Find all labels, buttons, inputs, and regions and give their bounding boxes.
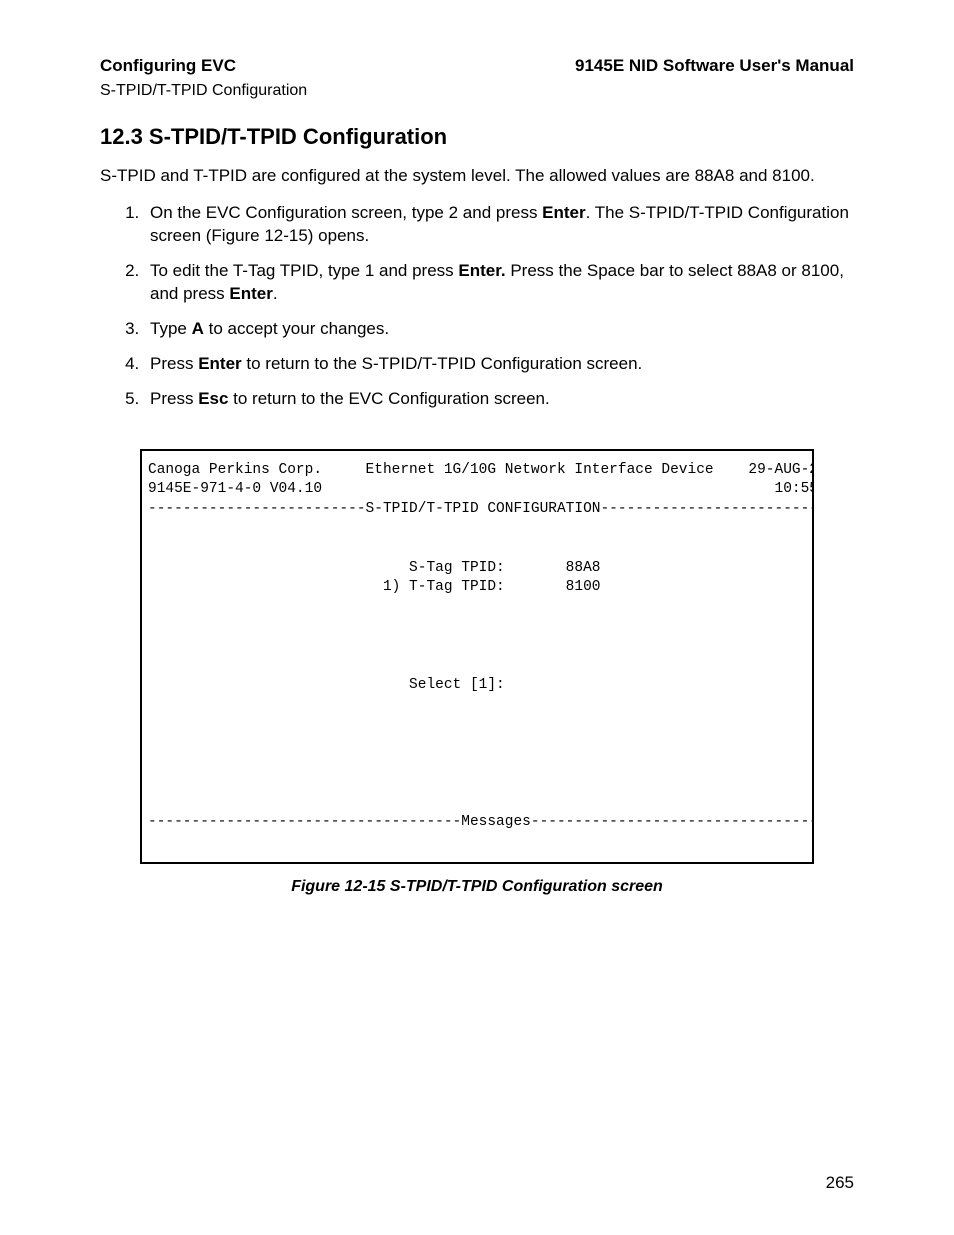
step-5: Press Esc to return to the EVC Configura… xyxy=(144,388,854,411)
figure-caption: Figure 12-15 S-TPID/T-TPID Configuration… xyxy=(100,876,854,898)
step-1: On the EVC Configuration screen, type 2 … xyxy=(144,202,854,248)
step-text: Type xyxy=(150,319,192,338)
page-header: Configuring EVC 9145E NID Software User'… xyxy=(100,55,854,78)
section-heading: 12.3 S-TPID/T-TPID Configuration xyxy=(100,122,854,152)
header-right-title: 9145E NID Software User's Manual xyxy=(575,55,854,78)
step-text: to return to the S-TPID/T-TPID Configura… xyxy=(242,354,643,373)
step-4: Press Enter to return to the S-TPID/T-TP… xyxy=(144,353,854,376)
step-2: To edit the T-Tag TPID, type 1 and press… xyxy=(144,260,854,306)
step-text: Press xyxy=(150,354,198,373)
step-text: To edit the T-Tag TPID, type 1 and press xyxy=(150,261,458,280)
terminal-screenshot: Canoga Perkins Corp. Ethernet 1G/10G Net… xyxy=(140,449,814,865)
step-text: On the EVC Configuration screen, type 2 … xyxy=(150,203,542,222)
step-text: Press xyxy=(150,389,198,408)
steps-list: On the EVC Configuration screen, type 2 … xyxy=(122,202,854,411)
step-3: Type A to accept your changes. xyxy=(144,318,854,341)
step-text: to accept your changes. xyxy=(204,319,389,338)
page-number: 265 xyxy=(826,1172,854,1195)
header-left-title: Configuring EVC xyxy=(100,55,236,78)
step-bold: Esc xyxy=(198,389,228,408)
step-bold: A xyxy=(192,319,204,338)
step-bold: Enter xyxy=(198,354,241,373)
step-bold: Enter xyxy=(542,203,585,222)
step-bold: Enter xyxy=(229,284,272,303)
intro-paragraph: S-TPID and T-TPID are configured at the … xyxy=(100,165,854,188)
header-left-subtitle: S-TPID/T-TPID Configuration xyxy=(100,80,854,102)
step-text: . xyxy=(273,284,278,303)
step-text: to return to the EVC Configuration scree… xyxy=(228,389,549,408)
step-bold: Enter. xyxy=(458,261,505,280)
